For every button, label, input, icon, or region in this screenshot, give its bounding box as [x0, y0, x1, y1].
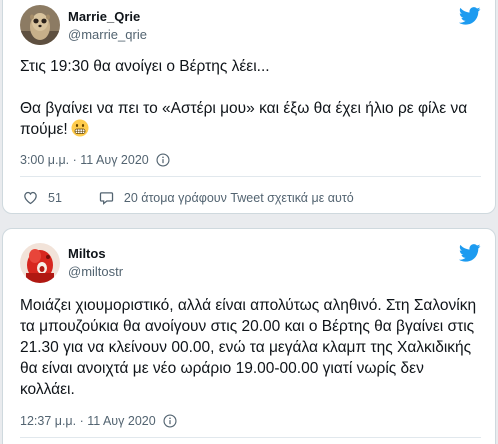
- twitter-bird-icon[interactable]: [459, 7, 481, 25]
- user-handle[interactable]: @miltostr: [68, 264, 123, 279]
- reply-bubble-icon[interactable]: [98, 189, 115, 206]
- user-handle[interactable]: @marrie_qrie: [68, 27, 147, 42]
- grimacing-face-emoji-icon: [71, 119, 89, 137]
- tweet-meta: 12:37 μ.μ. · 11 Αυγ 2020: [20, 414, 177, 428]
- timestamp[interactable]: 3:00 μ.μ. · 11 Αυγ 2020: [20, 153, 149, 167]
- tweet-card: Marrie_Qrie @marrie_qrie Στις 19:30 θα α…: [2, 0, 496, 214]
- tweet-paragraph: Στις 19:30 θα ανοίγει ο Βέρτης λέει...: [20, 58, 270, 75]
- tweet-text: Μοιάζει χιουμοριστικό, αλλά είναι απολύτ…: [20, 297, 477, 398]
- divider: [20, 437, 481, 438]
- info-icon[interactable]: [163, 414, 177, 428]
- tweet-paragraph: Θα βγαίνει να πει το «Αστέρι μου» και έξ…: [20, 98, 481, 140]
- divider: [20, 176, 481, 177]
- heart-icon[interactable]: [22, 189, 39, 206]
- display-name[interactable]: Miltos: [68, 246, 106, 261]
- tweet-text: Στις 19:30 θα ανοίγει ο Βέρτης λέει... Θ…: [20, 56, 481, 140]
- like-count[interactable]: 51: [48, 191, 62, 205]
- timestamp[interactable]: 12:37 μ.μ. · 11 Αυγ 2020: [20, 414, 156, 428]
- avatar[interactable]: [20, 243, 60, 283]
- tweet-meta: 3:00 μ.μ. · 11 Αυγ 2020: [20, 153, 170, 167]
- twitter-bird-icon[interactable]: [459, 244, 481, 262]
- info-icon[interactable]: [156, 153, 170, 167]
- red-figure-avatar-icon: [20, 243, 60, 283]
- tweet-actions: 51 20 άτομα γράφουν Tweet σχετικά με αυτ…: [20, 189, 354, 206]
- display-name[interactable]: Marrie_Qrie: [68, 9, 140, 24]
- tweet-card: Miltos @miltostr Μοιάζει χιουμοριστικό, …: [2, 228, 496, 444]
- avatar[interactable]: [20, 5, 60, 45]
- conversation-link[interactable]: 20 άτομα γράφουν Tweet σχετικά με αυτό: [124, 191, 354, 205]
- meerkat-avatar-icon: [20, 5, 60, 45]
